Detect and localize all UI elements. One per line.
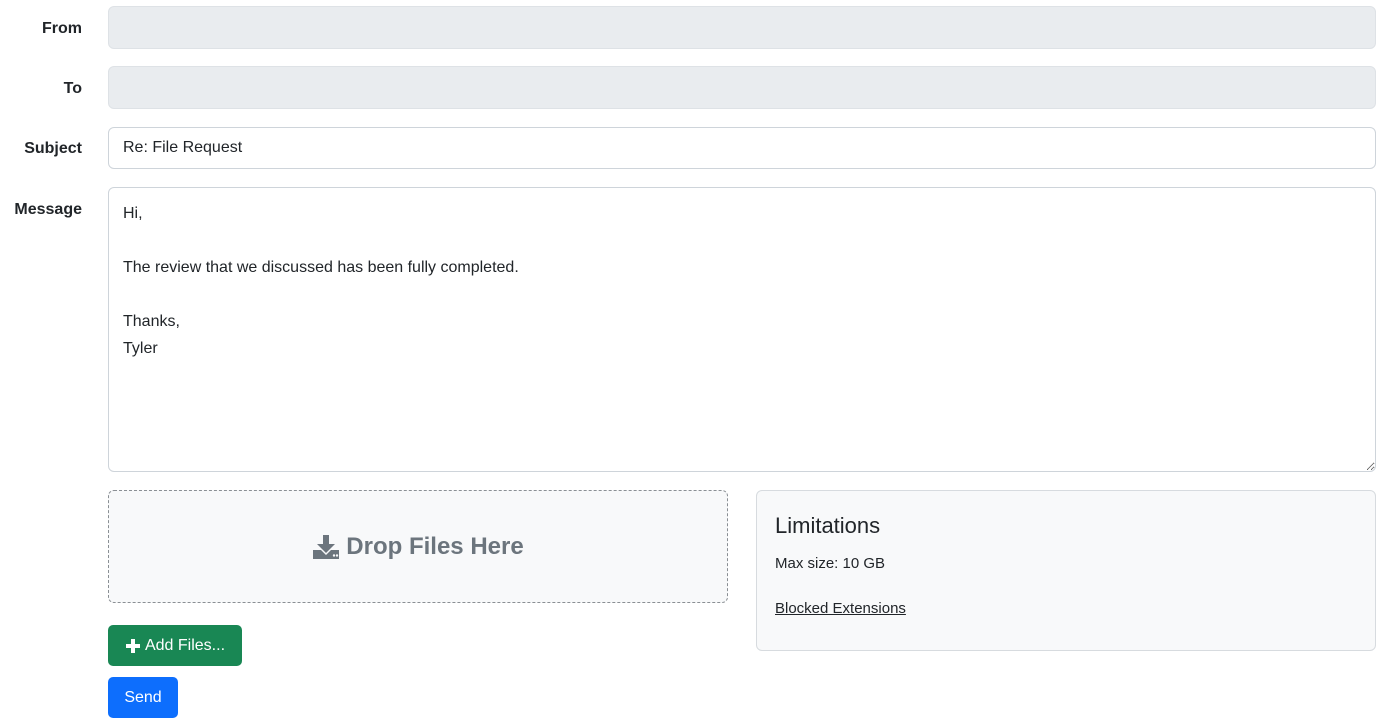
file-dropzone[interactable]: Drop Files Here — [108, 490, 728, 603]
subject-label: Subject — [24, 140, 82, 157]
plus-icon — [125, 638, 141, 654]
from-label: From — [42, 20, 82, 37]
message-textarea[interactable]: Hi, The review that we discussed has bee… — [108, 187, 1376, 472]
add-files-label: Add Files... — [144, 636, 226, 654]
limitations-panel: Limitations Max size: 10 GB Blocked Exte… — [756, 490, 1376, 651]
limitations-title: Limitations — [775, 513, 881, 538]
add-files-button[interactable]: Add Files... — [108, 625, 242, 666]
to-field[interactable] — [108, 66, 1376, 109]
send-button[interactable]: Send — [108, 677, 178, 718]
blocked-extensions-link[interactable]: Blocked Extensions — [775, 600, 906, 617]
to-label: To — [63, 80, 82, 97]
dropzone-label: Drop Files Here — [346, 532, 524, 560]
download-icon — [312, 534, 340, 560]
subject-input[interactable] — [108, 127, 1376, 169]
max-size-text: Max size: 10 GB — [775, 555, 886, 572]
from-field[interactable] — [108, 6, 1376, 49]
message-label: Message — [14, 201, 82, 218]
